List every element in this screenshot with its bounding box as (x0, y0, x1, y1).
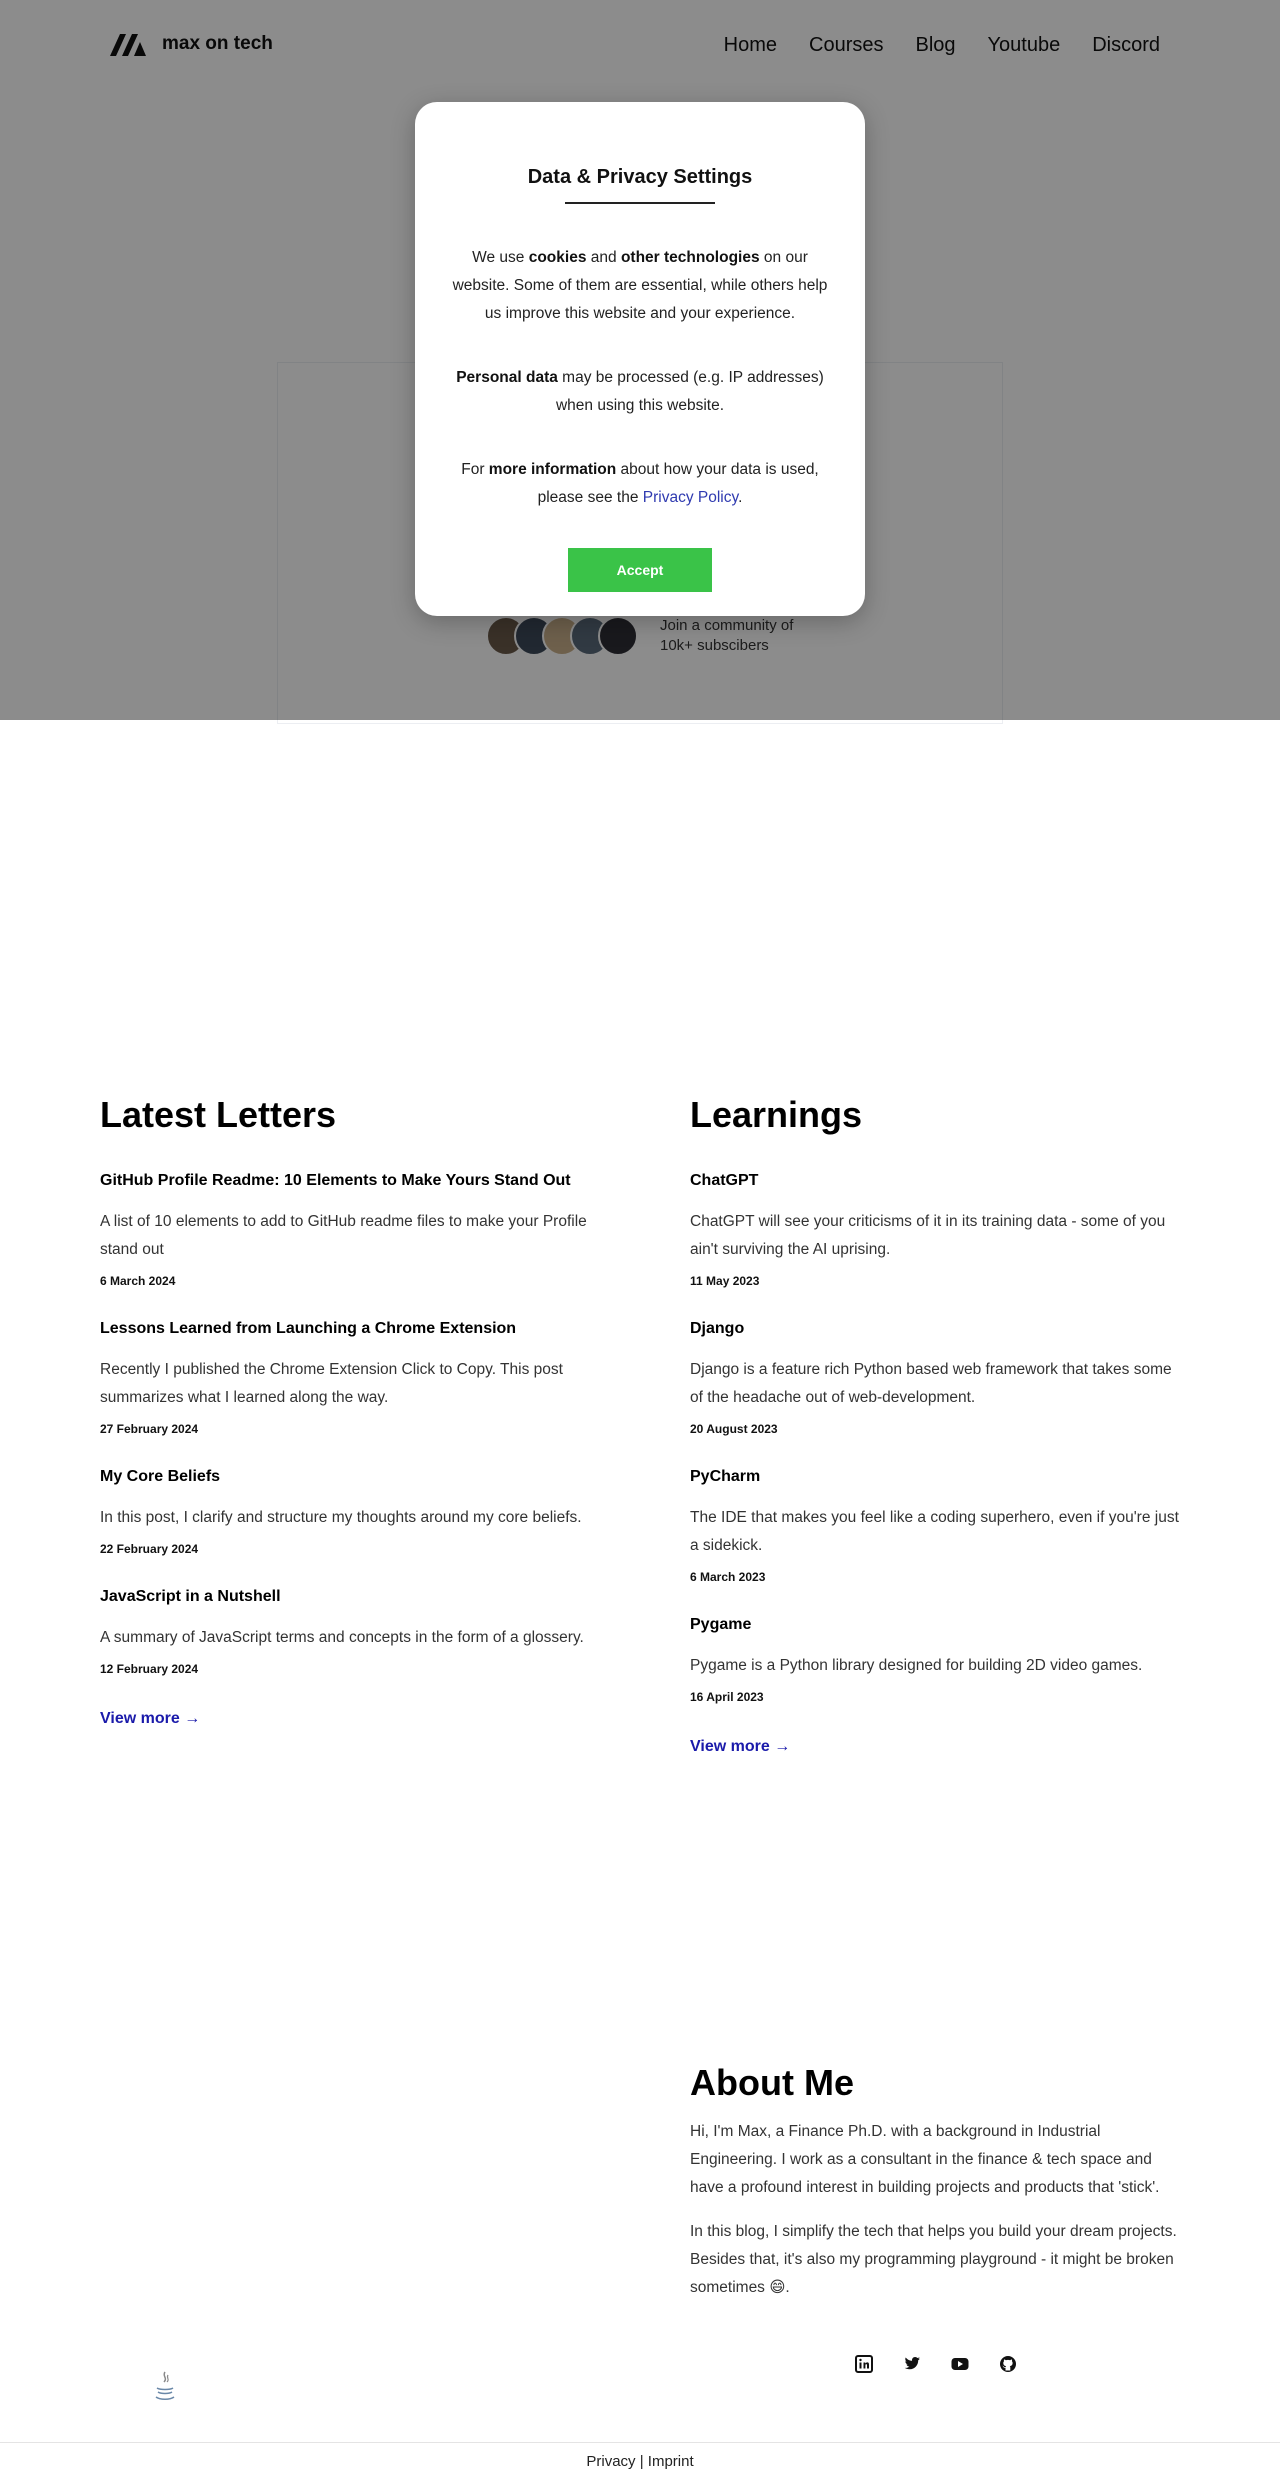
list-item[interactable]: Pygame Pygame is a Python library design… (690, 1614, 1180, 1704)
text-bold: other technologies (620, 249, 760, 266)
section-title: Latest Letters (100, 1094, 337, 1135)
text-bold: cookies (528, 249, 587, 266)
linkedin-icon[interactable] (855, 2355, 873, 2373)
view-more-learnings-link[interactable]: View more → (690, 1738, 790, 1756)
item-description: A list of 10 elements to add to GitHub r… (100, 1213, 587, 1258)
about-paragraph: In this blog, I simplify the tech that h… (690, 2223, 1177, 2296)
item-title[interactable]: Lessons Learned from Launching a Chrome … (100, 1318, 590, 1340)
list-item[interactable]: Lessons Learned from Launching a Chrome … (100, 1318, 590, 1436)
item-title[interactable]: Django (690, 1318, 1180, 1340)
twitter-icon[interactable] (903, 2355, 921, 2373)
item-date: 6 March 2024 (100, 1274, 176, 1288)
item-title[interactable]: JavaScript in a Nutshell (100, 1586, 590, 1608)
dialog-paragraph-personal-data: Personal data may be processed (e.g. IP … (445, 364, 835, 420)
list-item[interactable]: ChatGPT ChatGPT will see your criticisms… (690, 1170, 1180, 1288)
footer-links[interactable]: Privacy | Imprint (586, 2453, 693, 2470)
item-date: 12 February 2024 (100, 1662, 199, 1676)
learnings-section: Learnings ChatGPT ChatGPT will see your … (690, 1094, 1180, 1756)
item-description: A summary of JavaScript terms and concep… (100, 1629, 584, 1646)
youtube-icon[interactable] (951, 2355, 969, 2373)
item-date: 6 March 2023 (690, 1570, 766, 1584)
dialog-paragraph-more-info: For more information about how your data… (445, 456, 835, 512)
item-date: 27 February 2024 (100, 1422, 199, 1436)
view-more-letters-link[interactable]: View more → (100, 1710, 200, 1728)
item-date: 20 August 2023 (690, 1422, 778, 1436)
text-span: may be processed (e.g. IP addresses) whe… (555, 369, 824, 414)
latest-letters-section: Latest Letters GitHub Profile Readme: 10… (100, 1094, 590, 1728)
item-description: In this post, I clarify and structure my… (100, 1509, 582, 1526)
item-description: The IDE that makes you feel like a codin… (690, 1509, 1179, 1554)
item-title[interactable]: PyCharm (690, 1466, 1180, 1488)
text-bold: Personal data (456, 369, 558, 386)
item-title[interactable]: GitHub Profile Readme: 10 Elements to Ma… (100, 1170, 590, 1192)
list-item[interactable]: Django Django is a feature rich Python b… (690, 1318, 1180, 1436)
item-date: 16 April 2023 (690, 1690, 764, 1704)
github-icon[interactable] (999, 2355, 1017, 2373)
accept-button[interactable]: Accept (568, 548, 712, 592)
text-span: and (586, 249, 621, 266)
privacy-policy-link[interactable]: Privacy Policy (643, 489, 738, 506)
item-description: ChatGPT will see your criticisms of it i… (690, 1213, 1166, 1258)
item-date: 11 May 2023 (690, 1274, 760, 1288)
privacy-consent-dialog: Data & Privacy Settings We use cookies a… (415, 102, 865, 616)
title-underline (565, 202, 715, 204)
list-item[interactable]: PyCharm The IDE that makes you feel like… (690, 1466, 1180, 1584)
text-bold: more information (488, 461, 617, 478)
text-span: . (738, 489, 743, 506)
item-description: Recently I published the Chrome Extensio… (100, 1361, 563, 1406)
item-description: Pygame is a Python library designed for … (690, 1657, 1143, 1674)
item-title[interactable]: Pygame (690, 1614, 1180, 1636)
dialog-paragraph-cookies: We use cookies and other technologies on… (445, 244, 835, 328)
item-date: 22 February 2024 (100, 1542, 199, 1556)
text-span: For (461, 461, 489, 478)
list-item[interactable]: JavaScript in a Nutshell A summary of Ja… (100, 1586, 590, 1676)
about-section: About Me Hi, I'm Max, a Finance Ph.D. wi… (690, 2062, 1180, 2318)
item-title[interactable]: ChatGPT (690, 1170, 1180, 1192)
item-title[interactable]: My Core Beliefs (100, 1466, 590, 1488)
section-title: About Me (690, 2062, 854, 2103)
about-paragraph: Hi, I'm Max, a Finance Ph.D. with a back… (690, 2123, 1160, 2196)
dialog-title: Data & Privacy Settings (527, 166, 753, 188)
list-item[interactable]: My Core Beliefs In this post, I clarify … (100, 1466, 590, 1556)
site-footer: Privacy | Imprint (0, 2442, 1280, 2484)
text-span: We use (472, 249, 529, 266)
item-description: Django is a feature rich Python based we… (690, 1361, 1172, 1406)
java-icon (155, 2371, 175, 2400)
section-title: Learnings (690, 1094, 863, 1135)
social-links (855, 2355, 1017, 2373)
list-item[interactable]: GitHub Profile Readme: 10 Elements to Ma… (100, 1170, 590, 1288)
